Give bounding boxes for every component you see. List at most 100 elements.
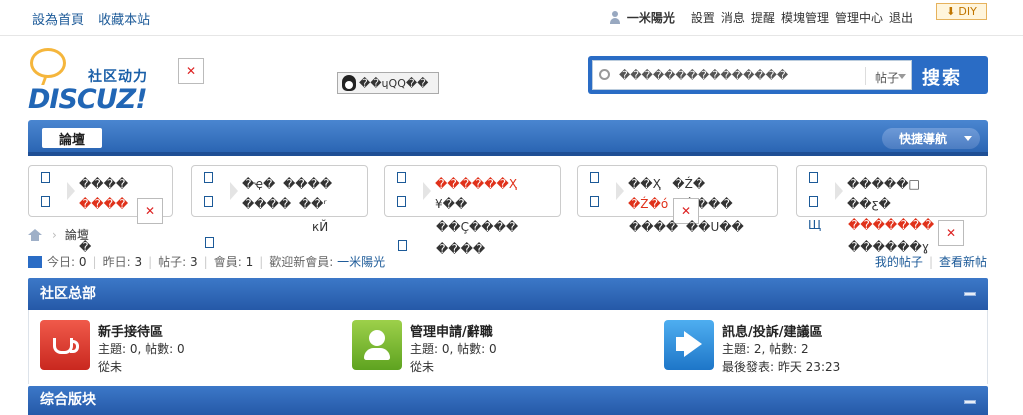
ad-content[interactable]: �ҿ� ���� ���� ��ʳ: [242, 174, 363, 214]
my-posts-link[interactable]: 我的帖子: [875, 255, 923, 269]
ad-line: �ҿ�: [242, 177, 276, 191]
post-links: 我的帖子 | 查看新帖: [874, 255, 987, 269]
collapse-icon[interactable]: [964, 292, 976, 296]
breadcrumb: › 論壇: [28, 226, 89, 243]
ad-line: �Ź�: [672, 177, 706, 191]
ad-line: ¥��: [435, 197, 468, 211]
posts-label: 帖子:: [158, 255, 187, 269]
members-label: 會員:: [213, 255, 242, 269]
ad-content[interactable]: �����□ ��ƹ�: [847, 174, 982, 214]
ad-content[interactable]: ��Ҳ �Ź� �Ź�ó ����: [628, 174, 773, 214]
ad-marker-column: [578, 166, 616, 216]
ad-content[interactable]: ������Ҳ ¥��: [435, 174, 556, 214]
ad-box-3: ������Ҳ ¥��: [384, 165, 561, 217]
settings-link[interactable]: 設置: [691, 9, 715, 26]
admin-center-link[interactable]: 管理中心: [835, 9, 883, 26]
forum-name[interactable]: 新手接待區: [98, 321, 163, 340]
diy-button[interactable]: ⬇ DIY: [936, 3, 987, 20]
ad-marker: [809, 196, 818, 207]
quick-nav-button[interactable]: 快捷導航: [882, 128, 980, 149]
forum-meta: 主題: 0, 帖數: 0: [410, 342, 497, 356]
ad-overflow-line: ����: [436, 242, 486, 256]
broken-image-icon: ✕: [178, 58, 204, 84]
broken-image-icon: ✕: [938, 220, 964, 246]
category-title[interactable]: 社区总部: [40, 286, 96, 302]
forum-last-post[interactable]: 最後發表: 昨天 23:23: [722, 358, 840, 375]
main-nav: 論壇 快捷導航: [28, 120, 988, 156]
ad-line: ��ʳ: [298, 197, 327, 211]
logo-bubble-icon: [30, 48, 66, 78]
ad-arrow: [835, 166, 845, 216]
logo-chinese-text: 社区动力: [88, 69, 148, 85]
new-member-link[interactable]: 一米陽光: [337, 253, 385, 270]
forum-last-post: 從未: [98, 360, 123, 374]
search-input[interactable]: ��������������� 帖子: [592, 60, 912, 90]
set-homepage-link[interactable]: 設為首頁: [32, 13, 84, 28]
bookmark-link[interactable]: 收藏本站: [98, 13, 150, 28]
forum-last-post: 從未: [410, 360, 435, 374]
breadcrumb-current[interactable]: 論壇: [65, 226, 89, 243]
ad-line: �Ź�ó: [628, 197, 669, 211]
username-link[interactable]: 一米陽光: [627, 9, 675, 26]
collapse-icon[interactable]: [964, 400, 976, 404]
ad-overflow-marker: [205, 234, 214, 254]
tab-forum[interactable]: 論壇: [42, 128, 102, 148]
ad-line: ����: [283, 177, 333, 191]
search-icon: [599, 69, 610, 80]
search-button[interactable]: 搜索: [922, 64, 962, 90]
stats-chart-icon: [28, 255, 42, 268]
notifications-link[interactable]: 提醒: [751, 9, 775, 26]
person-icon: [352, 320, 402, 370]
ad-overflow-marker: Щ: [808, 218, 822, 232]
today-label: 今日:: [47, 255, 76, 269]
ad-line: ����: [242, 197, 292, 211]
top-left-links: 設為首頁 收藏本站: [32, 9, 160, 28]
posts-count: 3: [190, 254, 198, 269]
broken-image-icon: ✕: [137, 198, 163, 224]
logo-english-text: DISCUZ!: [28, 84, 148, 115]
category-header: 社区总部: [28, 278, 988, 310]
ad-arrow: [423, 166, 433, 216]
forum-meta: 主題: 0, 帖數: 0: [98, 342, 185, 356]
forum-item[interactable]: 新手接待區 主題: 0, 帖數: 0 從未: [40, 320, 340, 375]
ad-marker: [809, 172, 818, 183]
logout-link[interactable]: 退出: [889, 9, 913, 26]
ad-arrow: [230, 166, 240, 216]
ad-line: ��Ҳ: [628, 177, 661, 191]
qq-label: ��ɥQQ��: [359, 76, 429, 90]
search-type-select[interactable]: 帖子: [875, 69, 899, 86]
ad-overflow-line: кЙ: [312, 220, 329, 234]
category-title[interactable]: 综合版块: [40, 392, 96, 408]
home-icon[interactable]: [28, 228, 42, 241]
ad-marker: [397, 196, 406, 207]
module-manage-link[interactable]: 模塊管理: [781, 9, 829, 26]
forum-item[interactable]: 管理申請/辭職 主題: 0, 帖數: 0 從未: [352, 320, 652, 375]
search-divider: [865, 67, 866, 85]
forum-name[interactable]: 訊息/投訴/建議區: [722, 321, 823, 340]
ad-marker: [204, 172, 213, 183]
ad-box-2: �ҿ� ���� ���� ��ʳ: [191, 165, 368, 217]
today-count: 0: [78, 254, 87, 269]
site-logo[interactable]: 社区动力 DISCUZ!: [28, 44, 158, 116]
ad-marker: [41, 172, 50, 183]
forum-item[interactable]: 訊息/投訴/建議區 主題: 2, 帖數: 2 最後發表: 昨天 23:23: [664, 320, 964, 375]
forum-stats: 今日: 0 | 昨日: 3 | 帖子: 3 | 會員: 1 | 歡迎新會員: 一…: [28, 253, 385, 270]
new-posts-link[interactable]: 查看新帖: [939, 255, 987, 269]
diy-label: DIY: [958, 5, 977, 18]
messages-link[interactable]: 消息: [721, 9, 745, 26]
yesterday-count: 3: [134, 254, 143, 269]
ad-marker: [590, 172, 599, 183]
megaphone-icon: [664, 320, 714, 370]
download-arrow-icon: ⬇: [946, 5, 956, 18]
ad-marker-column: [192, 166, 230, 216]
ad-line: ����: [79, 177, 129, 191]
yesterday-label: 昨日:: [102, 255, 131, 269]
top-bar: 設為首頁 收藏本站 一米陽光 設置 消息 提醒 模塊管理 管理中心 退出 ⬇ D…: [0, 0, 1023, 36]
qq-login-button[interactable]: ��ɥQQ��: [337, 72, 439, 94]
user-menu: 一米陽光 設置 消息 提醒 模塊管理 管理中心 退出: [609, 9, 919, 26]
chevron-down-icon: [898, 74, 906, 79]
ad-line: ������Ҳ: [435, 177, 518, 191]
ad-marker: [590, 196, 599, 207]
forum-name[interactable]: 管理申請/辭職: [410, 321, 493, 340]
ad-overflow-line: ��Ç����: [436, 220, 519, 234]
